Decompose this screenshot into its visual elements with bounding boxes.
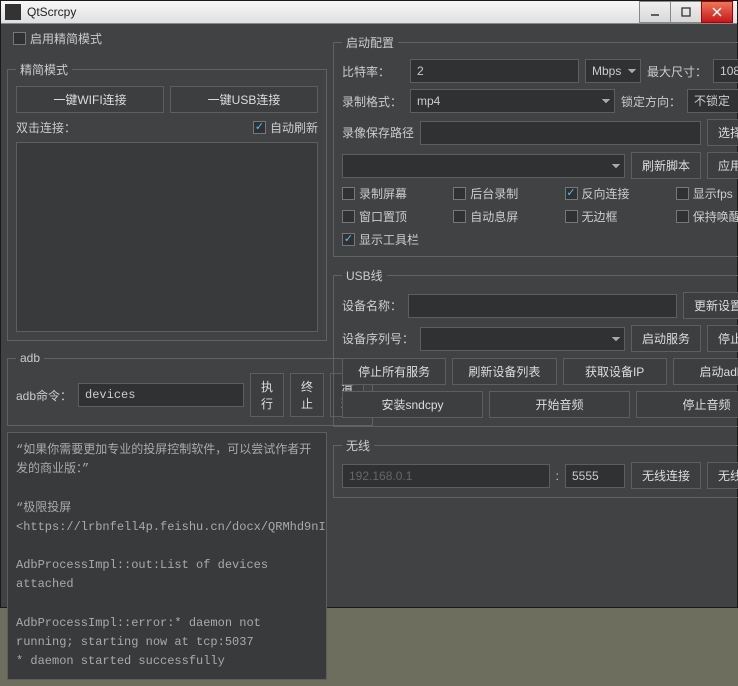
- stop-all-button[interactable]: 停止所有服务: [342, 358, 446, 385]
- wifi-connect-button2[interactable]: 无线连接: [631, 462, 701, 489]
- usb-group: USB线 设备名称： 更新设置名称 设备序列号： 启动服务 停止服务 停止所有服…: [333, 267, 738, 427]
- wifi-connect-button[interactable]: 一键WIFI连接: [16, 86, 164, 113]
- stop-service-button[interactable]: 停止服务: [707, 325, 738, 352]
- serial-select[interactable]: [420, 327, 625, 351]
- maxsize-select[interactable]: 1080: [713, 59, 738, 83]
- devname-label: 设备名称：: [342, 297, 402, 314]
- app-icon: [5, 4, 21, 20]
- double-click-label: 双击连接：: [16, 119, 76, 136]
- show-fps-checkbox[interactable]: 显示fps: [676, 185, 738, 202]
- adb-terminate-button[interactable]: 终止: [290, 373, 324, 417]
- minimize-button[interactable]: [639, 1, 671, 23]
- get-ip-button[interactable]: 获取设备IP: [563, 358, 667, 385]
- adb-cmd-label: adb命令：: [16, 387, 72, 404]
- device-list[interactable]: [16, 142, 318, 332]
- adb-group: adb adb命令： 执行 终止 清理: [7, 351, 373, 426]
- wifi-ip-input[interactable]: [342, 464, 550, 488]
- lockori-label: 锁定方向：: [621, 93, 681, 110]
- start-adbd-button[interactable]: 启动adbd: [673, 358, 738, 385]
- start-audio-button[interactable]: 开始音频: [489, 391, 630, 418]
- install-sndcpy-button[interactable]: 安装sndcpy: [342, 391, 483, 418]
- record-screen-checkbox[interactable]: 录制屏幕: [342, 185, 443, 202]
- devname-input[interactable]: [408, 294, 677, 318]
- no-border-checkbox[interactable]: 无边框: [565, 208, 666, 225]
- maximize-button[interactable]: [670, 1, 702, 23]
- update-name-button[interactable]: 更新设置名称: [683, 292, 738, 319]
- bitrate-input[interactable]: [410, 59, 579, 83]
- window-title: QtScrcpy: [27, 5, 640, 19]
- adb-legend: adb: [16, 351, 44, 365]
- refresh-script-button[interactable]: 刷新脚本: [631, 152, 701, 179]
- refresh-dev-button[interactable]: 刷新设备列表: [452, 358, 556, 385]
- simple-mode-group: 精简模式 一键WIFI连接 一键USB连接 双击连接： 自动刷新: [7, 61, 327, 341]
- maxsize-label: 最大尺寸：: [647, 63, 707, 80]
- recpath-label: 录像保存路径: [342, 124, 414, 141]
- reverse-connect-checkbox[interactable]: 反向连接: [565, 185, 666, 202]
- on-top-checkbox[interactable]: 窗口置顶: [342, 208, 443, 225]
- recfmt-select[interactable]: mp4: [410, 89, 615, 113]
- adb-cmd-input[interactable]: [78, 383, 244, 407]
- stop-audio-button[interactable]: 停止音频: [636, 391, 738, 418]
- start-config-group: 启动配置 比特率： Mbps 最大尺寸： 1080 录制格式： mp4 锁定方向…: [333, 34, 738, 257]
- start-service-button[interactable]: 启动服务: [631, 325, 701, 352]
- log-output[interactable]: “如果你需要更加专业的投屏控制软件，可以尝试作者开发的商业版：” “极限投屏 <…: [7, 432, 327, 680]
- recpath-input[interactable]: [420, 121, 701, 145]
- titlebar[interactable]: QtScrcpy: [1, 1, 737, 24]
- wifi-port-input[interactable]: [565, 464, 625, 488]
- adb-exec-button[interactable]: 执行: [250, 373, 284, 417]
- background-record-checkbox[interactable]: 后台录制: [453, 185, 554, 202]
- bitrate-unit-select[interactable]: Mbps: [585, 59, 641, 83]
- bitrate-label: 比特率：: [342, 63, 404, 80]
- auto-refresh-checkbox[interactable]: 自动刷新: [253, 119, 318, 136]
- apply-script-button[interactable]: 应用脚本: [707, 152, 738, 179]
- enable-simple-mode-checkbox[interactable]: 启用精简模式: [13, 30, 102, 47]
- serial-label: 设备序列号：: [342, 330, 414, 347]
- wifi-disconnect-button[interactable]: 无线断开: [707, 462, 738, 489]
- wireless-group: 无线 : 无线连接 无线断开: [333, 437, 738, 498]
- keep-awake-checkbox[interactable]: 保持唤醒: [676, 208, 738, 225]
- simple-mode-legend: 精简模式: [16, 61, 72, 78]
- auto-sleep-checkbox[interactable]: 自动息屏: [453, 208, 554, 225]
- choose-path-button[interactable]: 选择路径: [707, 119, 738, 146]
- close-button[interactable]: [701, 1, 733, 23]
- usb-connect-button[interactable]: 一键USB连接: [170, 86, 318, 113]
- lockori-select[interactable]: 不锁定: [687, 89, 738, 113]
- start-config-legend: 启动配置: [342, 34, 398, 51]
- script-select[interactable]: [342, 154, 625, 178]
- wireless-legend: 无线: [342, 437, 374, 454]
- main-window: QtScrcpy 启用精简模式 精简模式 一键WIFI连接 一键USB连接: [0, 0, 738, 608]
- colon-label: :: [556, 469, 559, 483]
- usb-legend: USB线: [342, 267, 387, 284]
- recfmt-label: 录制格式：: [342, 93, 404, 110]
- show-toolbar-checkbox[interactable]: 显示工具栏: [342, 231, 443, 248]
